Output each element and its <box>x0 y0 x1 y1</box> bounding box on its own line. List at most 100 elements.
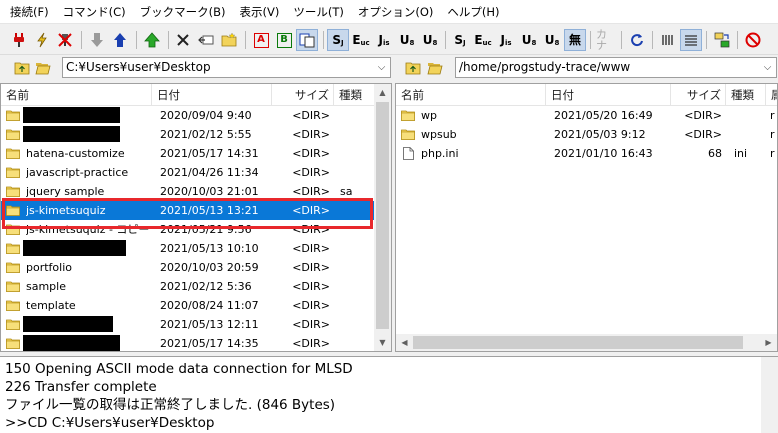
kanji-utf8bom-button[interactable]: U8 <box>419 29 441 51</box>
log-vertical-scrollbar[interactable] <box>761 357 778 433</box>
scroll-left-icon[interactable]: ◀ <box>396 334 413 351</box>
scroll-right-icon[interactable]: ▶ <box>760 334 777 351</box>
table-row[interactable]: 2021/05/13 12:11 <DIR> <box>1 315 391 334</box>
remote-col-name[interactable]: 名前 <box>396 84 546 106</box>
local-col-size[interactable]: サイズ <box>272 84 334 106</box>
kanji-jis-button[interactable]: Jis <box>373 29 395 51</box>
kanji-sjis-button[interactable]: SJ <box>327 29 349 51</box>
table-row[interactable]: hatena-customize 2021/05/17 14:31 <DIR> <box>1 144 391 163</box>
list-view-button[interactable] <box>657 29 679 51</box>
rename-button[interactable] <box>195 29 217 51</box>
table-row[interactable]: php.ini 2021/01/10 16:43 68 ini r <box>396 144 777 163</box>
file-size: <DIR> <box>292 280 330 293</box>
local-file-list[interactable]: 名前 日付 サイズ 種類 2020/09/04 9:40 <DIR> 2021/02… <box>0 83 392 352</box>
table-row[interactable]: 2021/05/17 14:35 <DIR> <box>1 334 391 351</box>
remote-file-list[interactable]: 名前 日付 サイズ 種類 属 wp2021/05/20 16:49<DIR>rw… <box>395 83 778 352</box>
remote-utf8n-button[interactable]: U8 <box>518 29 540 51</box>
sync-folders-button[interactable] <box>711 29 733 51</box>
file-date: 2021/05/21 9:56 <box>160 223 252 236</box>
menu-command[interactable]: コマンド(C) <box>56 0 133 24</box>
remote-jis-button[interactable]: Jis <box>495 29 517 51</box>
scroll-thumb[interactable] <box>376 102 389 329</box>
auto-mode-button[interactable] <box>296 29 318 51</box>
local-col-date[interactable]: 日付 <box>152 84 272 106</box>
disconnect-button[interactable] <box>54 29 76 51</box>
utf8n-label: U <box>399 33 410 47</box>
mkdir-button[interactable] <box>218 29 240 51</box>
table-row[interactable]: js-kimetsuquiz 2021/05/13 13:21 <DIR> <box>1 201 391 220</box>
remote-col-type[interactable]: 種類 <box>726 84 766 106</box>
remote-up-folder-button[interactable] <box>404 59 422 76</box>
local-open-folder-button[interactable] <box>34 59 52 76</box>
menu-view[interactable]: 表示(V) <box>232 0 286 24</box>
log-line: 226 Transfer complete <box>5 379 157 395</box>
delete-button[interactable] <box>172 29 194 51</box>
local-path-combo[interactable]: C:¥Users¥user¥Desktop ⌵ <box>62 57 391 78</box>
stop-button[interactable] <box>742 29 764 51</box>
local-vertical-scrollbar[interactable]: ▲ ▼ <box>374 84 391 351</box>
euc2-label: E <box>474 33 483 47</box>
mirror-upload-button[interactable] <box>141 29 163 51</box>
local-col-type[interactable]: 種類 <box>334 84 376 106</box>
kanji-utf8n-button[interactable]: U8 <box>396 29 418 51</box>
file-type <box>340 201 370 220</box>
remote-horizontal-scrollbar[interactable]: ◀ ▶ <box>396 334 777 351</box>
folder-open-icon <box>35 62 51 74</box>
binary-mode-button[interactable]: B <box>273 29 295 51</box>
chevron-down-icon[interactable]: ⌵ <box>373 58 390 77</box>
table-row[interactable]: javascript-practice 2021/04/26 11:34 <DIR> <box>1 163 391 182</box>
menu-tools[interactable]: ツール(T) <box>286 0 351 24</box>
table-row[interactable]: template 2020/08/24 11:07 <DIR> <box>1 296 391 315</box>
table-row[interactable]: 2021/02/12 5:55 <DIR> <box>1 125 391 144</box>
scroll-thumb[interactable] <box>413 336 743 349</box>
remote-open-folder-button[interactable] <box>426 59 444 76</box>
file-name: jquery sample <box>26 185 105 198</box>
file-size: <DIR> <box>292 185 330 198</box>
table-row[interactable]: sample 2021/02/12 5:36 <DIR> <box>1 277 391 296</box>
table-row[interactable]: 2020/09/04 9:40 <DIR> <box>1 106 391 125</box>
menu-options[interactable]: オプション(O) <box>351 0 441 24</box>
scroll-up-icon[interactable]: ▲ <box>374 84 391 101</box>
menu-help[interactable]: ヘルプ(H) <box>440 0 506 24</box>
table-row[interactable]: js-kimetsuquiz - コピー 2021/05/21 9:56 <DIR> <box>1 220 391 239</box>
remote-euc-button[interactable]: Euc <box>472 29 494 51</box>
table-row[interactable]: jquery sample 2020/10/03 21:01 <DIR> sa <box>1 182 391 201</box>
file-attr: r <box>770 147 775 160</box>
utf8-label: U <box>422 33 433 47</box>
connect-button[interactable] <box>8 29 30 51</box>
folder-icon <box>6 338 20 349</box>
remote-col-size[interactable]: サイズ <box>671 84 726 106</box>
remote-col-attr[interactable]: 属 <box>766 84 777 106</box>
remote-col-date[interactable]: 日付 <box>546 84 671 106</box>
file-type <box>340 239 370 258</box>
refresh-button[interactable] <box>626 29 648 51</box>
scroll-down-icon[interactable]: ▼ <box>374 334 391 351</box>
file-size: <DIR> <box>292 147 330 160</box>
local-up-folder-button[interactable] <box>13 59 31 76</box>
table-row[interactable]: 2021/05/13 10:10 <DIR> <box>1 239 391 258</box>
table-row[interactable]: portfolio 2020/10/03 20:59 <DIR> <box>1 258 391 277</box>
download-button[interactable] <box>86 29 108 51</box>
folder-icon <box>6 186 20 197</box>
local-col-name[interactable]: 名前 <box>1 84 152 106</box>
log-panel[interactable]: 150 Opening ASCII mode data connection f… <box>0 356 778 433</box>
remote-sjis-button[interactable]: SJ <box>449 29 471 51</box>
kanji-euc-button[interactable]: Euc <box>350 29 372 51</box>
file-type <box>340 258 370 277</box>
chevron-down-icon[interactable]: ⌵ <box>759 58 776 77</box>
menu-connect[interactable]: 接続(F) <box>3 0 56 24</box>
quick-connect-button[interactable] <box>31 29 53 51</box>
remote-utf8bom-button[interactable]: U8 <box>541 29 563 51</box>
table-row[interactable]: wpsub 2021/05/03 9:12 <DIR> r <box>396 125 777 144</box>
menu-bookmark[interactable]: ブックマーク(B) <box>133 0 233 24</box>
table-row[interactable]: wp 2021/05/20 16:49 <DIR> r <box>396 106 777 125</box>
kana-convert-button[interactable]: カナ <box>595 29 617 51</box>
remote-path-combo[interactable]: /home/progstudy-trace/www ⌵ <box>455 57 777 78</box>
detail-view-button[interactable] <box>680 29 702 51</box>
upload-button[interactable] <box>109 29 131 51</box>
file-size: <DIR> <box>292 299 330 312</box>
kanji-none-button[interactable]: 無 <box>564 29 586 51</box>
ascii-mode-button[interactable]: A <box>250 29 272 51</box>
green-up-arrow-icon <box>144 32 160 48</box>
file-name: js-kimetsuquiz <box>26 204 106 217</box>
